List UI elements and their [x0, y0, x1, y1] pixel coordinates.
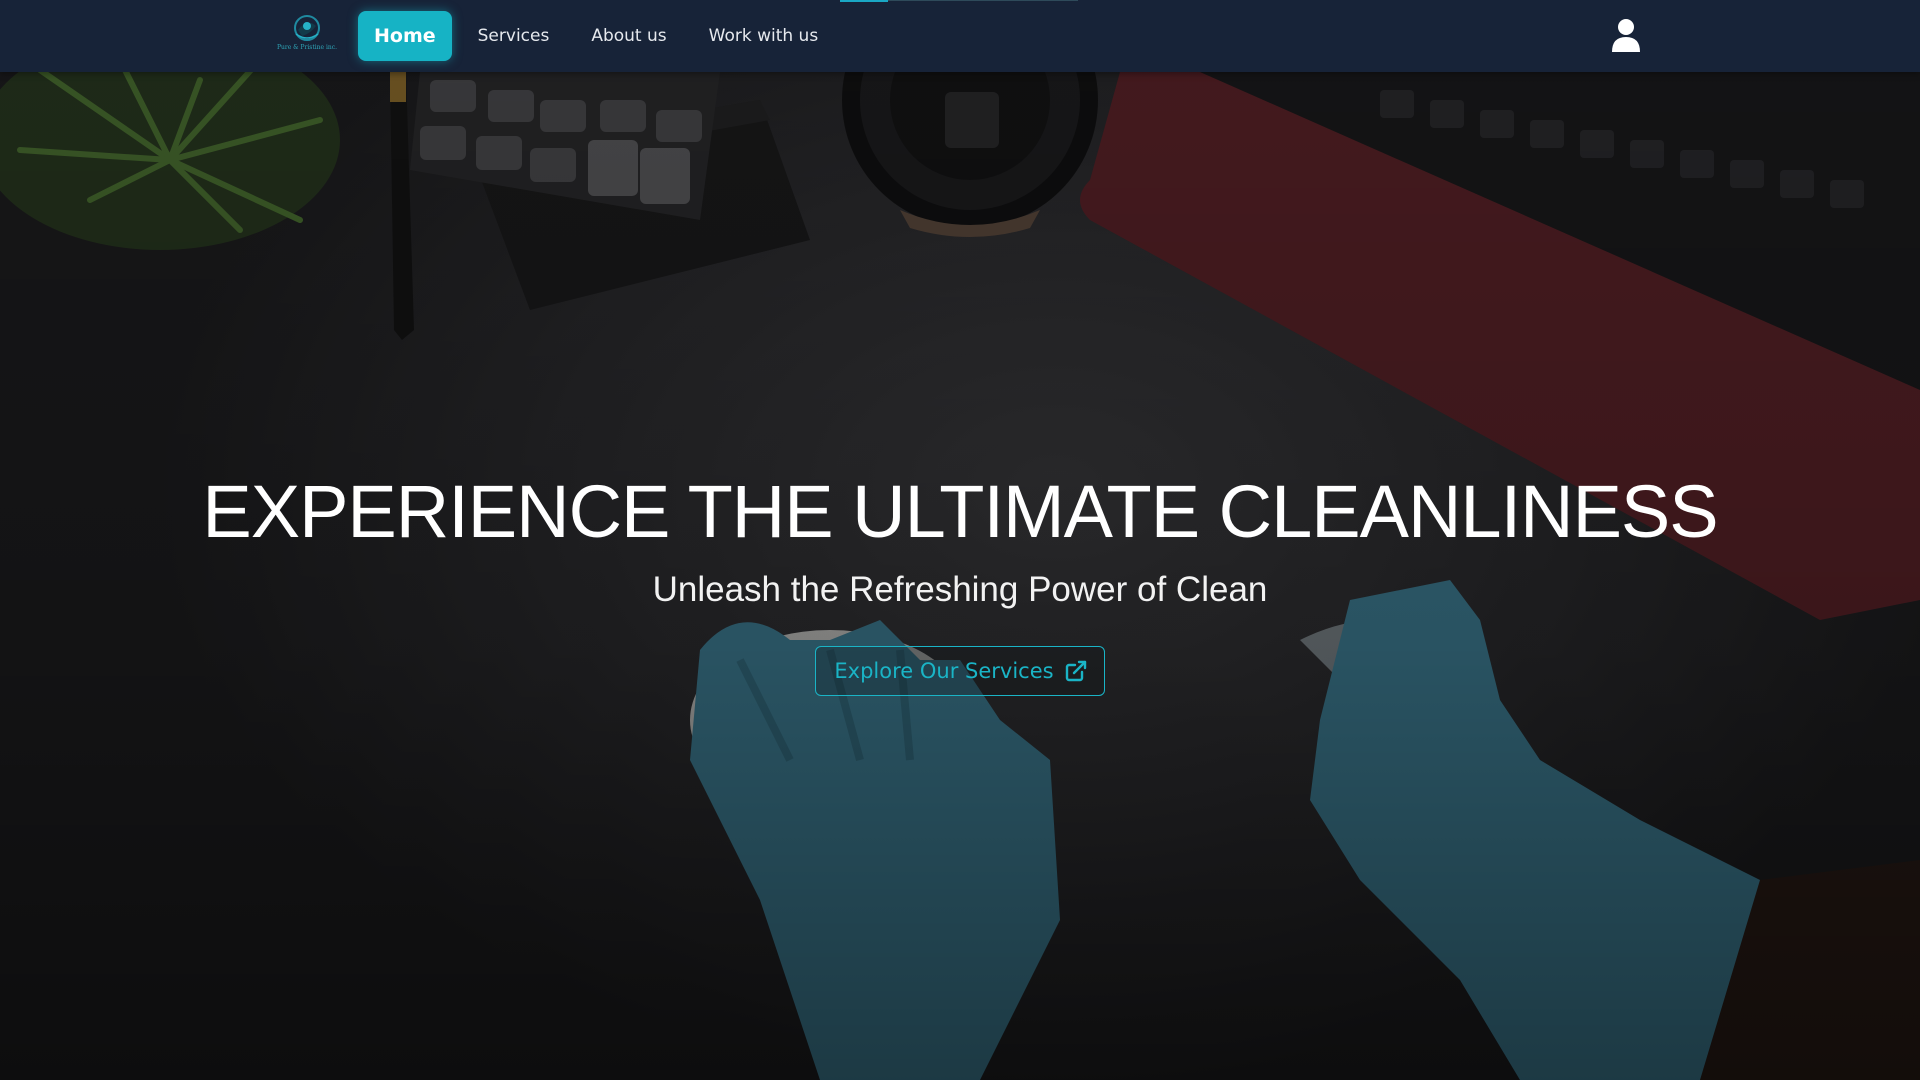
brand-caption: Pure & Pristine inc.: [276, 44, 338, 51]
brand-logo[interactable]: Pure & Pristine inc.: [272, 14, 342, 58]
nav-indicator: [840, 0, 888, 2]
nav-menu: Home Services About us Work with us: [358, 10, 834, 62]
logo-emblem-icon: [294, 15, 320, 41]
cta-label: Explore Our Services: [834, 659, 1054, 683]
nav-item-services[interactable]: Services: [462, 12, 566, 60]
navbar: Pure & Pristine inc. Home Services About…: [0, 0, 1920, 72]
user-icon[interactable]: [1610, 18, 1642, 52]
nav-indicator-track: [888, 0, 1078, 1]
hero-title: EXPERIENCE THE ULTIMATE CLEANLINESS: [202, 470, 1718, 553]
nav-item-about-us[interactable]: About us: [575, 12, 682, 60]
hero-subtitle: Unleash the Refreshing Power of Clean: [652, 570, 1268, 609]
nav-item-work-with-us[interactable]: Work with us: [693, 12, 835, 60]
cta-container: Explore Our Services: [0, 646, 1920, 696]
nav-item-home[interactable]: Home: [358, 11, 452, 61]
external-link-icon: [1065, 660, 1086, 682]
explore-services-button[interactable]: Explore Our Services: [815, 646, 1105, 696]
hero-content: EXPERIENCE THE ULTIMATE CLEANLINESS Unle…: [0, 470, 1920, 696]
